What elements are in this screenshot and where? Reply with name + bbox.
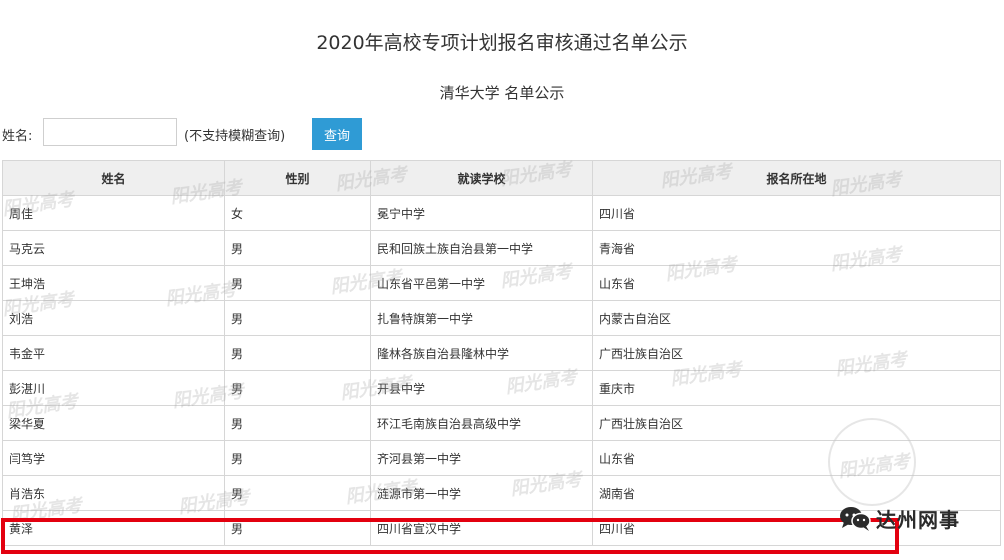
cell-school: 环江毛南族自治县高级中学 [370,405,593,441]
cell-gender: 男 [224,265,371,301]
cell-name: 周佳 [2,195,225,231]
cell-name: 梁华夏 [2,405,225,441]
cell-school: 扎鲁特旗第一中学 [370,300,593,336]
cell-gender: 男 [224,300,371,336]
table-row: 彭湛川 男 开县中学 重庆市 [2,370,1001,406]
column-header-school: 就读学校 [370,160,593,196]
column-header-name: 姓名 [2,160,225,196]
cell-location: 四川省 [592,195,1001,231]
cell-school: 冕宁中学 [370,195,593,231]
watermark-stamp [828,418,916,506]
cell-gender: 男 [224,510,371,546]
cell-location: 山东省 [592,440,1001,476]
table-row: 周佳 女 冕宁中学 四川省 [2,195,1001,231]
cell-school: 隆林各族自治县隆林中学 [370,335,593,371]
cell-school: 涟源市第一中学 [370,475,593,511]
name-search-input[interactable] [43,118,177,146]
table-row: 韦金平 男 隆林各族自治县隆林中学 广西壮族自治区 [2,335,1001,371]
cell-name: 王坤浩 [2,265,225,301]
cell-location: 内蒙古自治区 [592,300,1001,336]
cell-school: 山东省平邑第一中学 [370,265,593,301]
search-label: 姓名: [2,129,33,144]
cell-school: 开县中学 [370,370,593,406]
cell-name: 黄泽 [2,510,225,546]
search-hint: (不支持模糊查询) [184,129,286,144]
cell-location: 广西壮族自治区 [592,335,1001,371]
cell-location: 广西壮族自治区 [592,405,1001,441]
cell-school: 民和回族土族自治县第一中学 [370,230,593,266]
cell-gender: 男 [224,370,371,406]
wechat-icon [840,507,871,531]
search-bar: 姓名: (不支持模糊查询) 查询 [0,118,1004,150]
search-button[interactable]: 查询 [312,118,362,150]
page-title: 2020年高校专项计划报名审核通过名单公示 [316,32,688,54]
table-header-row: 姓名 性别 就读学校 报名所在地 [2,160,1001,196]
cell-gender: 男 [224,230,371,266]
cell-school: 四川省宣汉中学 [370,510,593,546]
table-row: 马克云 男 民和回族土族自治县第一中学 青海省 [2,230,1001,266]
cell-name: 刘浩 [2,300,225,336]
cell-name: 韦金平 [2,335,225,371]
cell-gender: 男 [224,405,371,441]
wechat-logo: 达州网事 [838,502,998,534]
page-subtitle: 清华大学 名单公示 [439,84,565,102]
column-header-location: 报名所在地 [592,160,1001,196]
cell-location: 青海省 [592,230,1001,266]
column-header-gender: 性别 [224,160,371,196]
cell-name: 马克云 [2,230,225,266]
table-row: 王坤浩 男 山东省平邑第一中学 山东省 [2,265,1001,301]
cell-gender: 男 [224,335,371,371]
cell-gender: 女 [224,195,371,231]
logo-text: 达州网事 [876,507,960,532]
cell-name: 闫笃学 [2,440,225,476]
cell-name: 肖浩东 [2,475,225,511]
cell-location: 山东省 [592,265,1001,301]
cell-gender: 男 [224,440,371,476]
cell-location: 重庆市 [592,370,1001,406]
cell-name: 彭湛川 [2,370,225,406]
cell-gender: 男 [224,475,371,511]
table-row: 刘浩 男 扎鲁特旗第一中学 内蒙古自治区 [2,300,1001,336]
cell-school: 齐河县第一中学 [370,440,593,476]
